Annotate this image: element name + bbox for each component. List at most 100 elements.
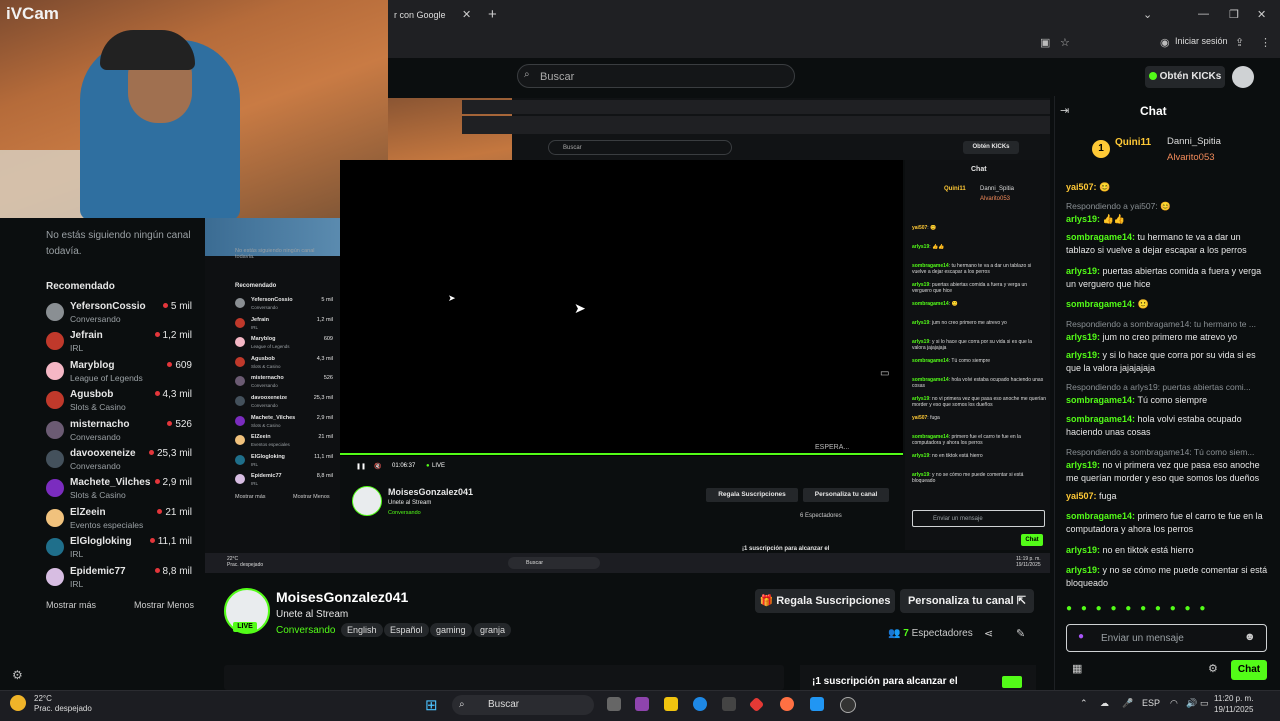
chat-username[interactable]: sombragame14 (1066, 414, 1132, 424)
stream-category[interactable]: Conversando (276, 625, 335, 636)
chat-message[interactable]: yai507: fuga (1066, 490, 1271, 503)
chat-username[interactable]: arlys19 (1066, 266, 1097, 276)
signin-button[interactable]: Iniciar sesión (1175, 36, 1228, 46)
sidebar-channel[interactable]: Maryblog League of Legends 609 (46, 360, 196, 388)
mic-icon[interactable]: ● (1078, 631, 1084, 642)
show-less-button[interactable]: Mostrar Menos (134, 600, 194, 610)
share-icon[interactable]: ⋖ (984, 627, 993, 640)
profile-icon[interactable]: ◉ (1160, 36, 1170, 49)
tag-gaming[interactable]: gaming (430, 623, 472, 637)
search-input[interactable]: Buscar (517, 64, 795, 88)
chat-username[interactable]: yai507 (1066, 182, 1094, 192)
chat-message[interactable]: Respondiendo a sombragame14: tu hermano … (1066, 318, 1271, 344)
customize-channel-button[interactable]: Personaliza tu canal ⇱ (900, 589, 1034, 613)
clock[interactable]: 11:20 p. m. 19/11/2025 (1214, 693, 1253, 715)
collapse-chat-icon[interactable]: ⇥ (1060, 104, 1069, 117)
get-kicks-button[interactable]: Obtén KICKs (1145, 66, 1225, 88)
chat-message[interactable]: arlys19: puertas abiertas comida a fuera… (1066, 265, 1271, 291)
chat-username[interactable]: arlys19 (1066, 214, 1097, 224)
store-icon[interactable] (722, 697, 736, 711)
emoji-icon[interactable]: ☻ (1244, 631, 1256, 643)
chat-message[interactable]: arlys19: y si lo hace que corra por su v… (1066, 349, 1271, 375)
emote-row[interactable]: ● ● ● ● ● ● ● ● ● ● (1066, 603, 1266, 617)
screen-icon[interactable]: ▣ (1040, 36, 1050, 49)
chat-message[interactable]: arlys19: no en tiktok está hierro (1066, 544, 1271, 557)
leader-first[interactable]: Quini11 (1115, 137, 1151, 148)
minimize-icon[interactable]: — (1198, 8, 1209, 20)
chat-username[interactable]: sombragame14 (1066, 395, 1132, 405)
chat-message[interactable]: Respondiendo a arlys19: puertas abiertas… (1066, 381, 1271, 407)
sidebar-channel[interactable]: ElGlogloking IRL 11,1 mil (46, 536, 196, 564)
chat-gift-icon[interactable]: ▦ (1072, 662, 1082, 675)
close-window-icon[interactable]: ✕ (1257, 8, 1266, 21)
windows-start-icon[interactable]: ⊞ (425, 696, 438, 714)
wifi-icon[interactable]: ◠ (1170, 698, 1178, 709)
gear-icon[interactable]: ⚙ (12, 668, 23, 682)
sidebar-channel[interactable]: davooxeneize Conversando 25,3 mil (46, 448, 196, 476)
chat-username[interactable]: arlys19 (1066, 350, 1097, 360)
battery-icon[interactable]: ▭ (1200, 698, 1209, 709)
more-options-icon[interactable]: ✎ (1016, 627, 1025, 640)
sidebar-channel[interactable]: Jefrain IRL 1,2 mil (46, 330, 196, 358)
volume-icon[interactable]: 🔊 (1186, 698, 1197, 709)
tray-mic-icon[interactable]: 🎤 (1122, 698, 1133, 709)
tag-granja[interactable]: granja (474, 623, 512, 637)
sidebar-channel[interactable]: Agusbob Slots & Casino 4,3 mil (46, 389, 196, 417)
gift-subs-button[interactable]: 🎁 Regala Suscripciones (755, 589, 895, 613)
chat-message[interactable]: sombragame14: primero fue el carro te fu… (1066, 510, 1271, 536)
chat-settings-icon[interactable]: ⚙ (1208, 662, 1218, 675)
chat-message[interactable]: sombragame14: hola volvi estaba ocupado … (1066, 413, 1271, 439)
star-icon[interactable]: ☆ (1060, 36, 1070, 49)
user-avatar[interactable] (1232, 66, 1254, 88)
chat-username[interactable]: arlys19 (1066, 460, 1097, 470)
new-tab-icon[interactable]: + (488, 6, 497, 23)
tab-list-icon[interactable]: ⌄ (1143, 8, 1152, 21)
chat-username[interactable]: sombragame14 (1066, 299, 1132, 309)
sidebar-channel[interactable]: YefersonCossio Conversando 5 mil (46, 301, 196, 329)
nested-chat-button: Chat (1021, 534, 1043, 546)
chat-username[interactable]: sombragame14 (1066, 511, 1132, 521)
streamer-name[interactable]: MoisesGonzalez041 (276, 589, 408, 605)
language-indicator[interactable]: ESP (1142, 698, 1160, 708)
weather-widget[interactable]: 22°C Prac. despejado (34, 694, 92, 714)
browser-tab[interactable]: r con Google (388, 4, 494, 26)
theater-mode-icon[interactable]: ▭ (880, 368, 889, 379)
sidebar-channel[interactable]: ElZeein Eventos especiales 21 mil (46, 507, 196, 535)
show-more-button[interactable]: Mostrar más (46, 600, 96, 610)
file-explorer-icon[interactable] (664, 697, 678, 711)
chat-input[interactable]: Enviar un mensaje (1066, 624, 1267, 652)
chat-message[interactable]: arlys19: y no se cómo me puede comentar … (1066, 564, 1271, 590)
tray-chevron-icon[interactable]: ⌃ (1080, 698, 1088, 709)
task-view-icon[interactable] (607, 697, 621, 711)
sidebar-channel[interactable]: Machete_Vilches Slots & Casino 2,9 mil (46, 477, 196, 505)
copilot-icon[interactable] (635, 697, 649, 711)
chat-username[interactable]: arlys19 (1066, 545, 1097, 555)
chat-message[interactable]: Respondiendo a sombragame14: Tú como sie… (1066, 446, 1271, 485)
maximize-icon[interactable]: ❐ (1229, 8, 1239, 21)
chat-username[interactable]: yai507 (1066, 491, 1094, 501)
chatgpt-icon[interactable] (840, 697, 856, 713)
weather-icon[interactable] (10, 695, 26, 711)
chat-username[interactable]: sombragame14 (1066, 232, 1132, 242)
menu-icon[interactable]: ⋮ (1260, 36, 1271, 49)
tag-english[interactable]: English (341, 623, 383, 637)
chat-message[interactable]: Respondiendo a yai507: 😊 arlys19: 👍👍 (1066, 200, 1271, 226)
chat-send-button[interactable]: Chat (1231, 660, 1267, 680)
chat-username[interactable]: arlys19 (1066, 332, 1097, 342)
chat-message[interactable]: sombragame14: tu hermano te va a dar un … (1066, 231, 1271, 257)
chat-username[interactable]: arlys19 (1066, 565, 1097, 575)
edge-icon[interactable] (693, 697, 707, 711)
tray-cloud-icon[interactable]: ☁ (1100, 698, 1109, 709)
leader-third[interactable]: Alvarito053 (1167, 152, 1215, 163)
tab-close-icon[interactable]: ✕ (462, 8, 471, 21)
taskbar-search[interactable]: Buscar (452, 695, 594, 715)
sidebar-channel[interactable]: misternacho Conversando 526 (46, 419, 196, 447)
firefox-icon[interactable] (780, 697, 794, 711)
tag-espanol[interactable]: Español (384, 623, 429, 637)
leader-second[interactable]: Danni_Spitia (1167, 136, 1221, 147)
chat-message[interactable]: sombragame14: 🙂 (1066, 298, 1271, 311)
blue-app-icon[interactable] (810, 697, 824, 711)
chat-message[interactable]: yai507: 😊 (1066, 181, 1271, 194)
share-page-icon[interactable]: ⇪ (1235, 36, 1244, 49)
sidebar-channel[interactable]: Epidemic77 IRL 8,8 mil (46, 566, 196, 594)
